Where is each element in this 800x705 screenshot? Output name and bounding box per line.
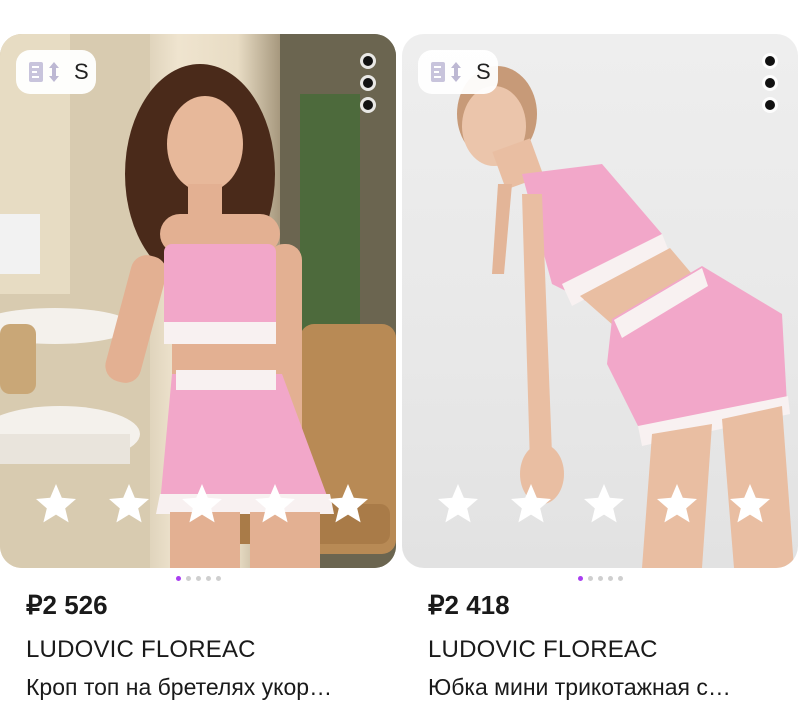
star-icon[interactable]	[653, 480, 701, 528]
pagination-dot	[607, 576, 613, 581]
product-card[interactable]: S ₽2 526 LUDOVIC FLOREAC Кроп топ на бре…	[0, 34, 396, 705]
star-icon[interactable]	[580, 480, 628, 528]
star-icon[interactable]	[507, 480, 555, 528]
more-vertical-icon	[765, 56, 775, 66]
rating-stars[interactable]	[32, 480, 372, 532]
more-vertical-icon	[363, 56, 373, 66]
star-icon[interactable]	[178, 480, 226, 528]
size-badge[interactable]: S	[418, 50, 498, 94]
more-options-button[interactable]	[760, 56, 780, 110]
more-dot	[765, 100, 775, 110]
more-options-button[interactable]	[358, 56, 378, 110]
product-price: ₽2 418	[428, 590, 510, 620]
pagination-dot	[195, 576, 201, 581]
product-photo[interactable]: S	[402, 34, 798, 568]
pagination-dot	[185, 576, 191, 581]
size-label: S	[74, 59, 89, 84]
more-dot	[765, 78, 775, 88]
product-brand[interactable]: LUDOVIC FLOREAC	[428, 636, 658, 664]
size-label: S	[476, 59, 491, 84]
pagination-dot	[587, 576, 593, 581]
photo-pagination	[402, 576, 798, 584]
size-measure-icon	[431, 62, 461, 82]
pagination-dot	[215, 576, 221, 581]
size-badge[interactable]: S	[16, 50, 96, 94]
product-card[interactable]: S ₽2 418 LUDOVIC FLOREAC Юбка мини трико…	[402, 34, 798, 705]
product-brand[interactable]: LUDOVIC FLOREAC	[26, 636, 256, 664]
star-icon[interactable]	[726, 480, 774, 528]
star-icon[interactable]	[324, 480, 372, 528]
photo-pagination	[0, 576, 396, 584]
more-dot	[363, 78, 373, 88]
star-icon[interactable]	[434, 480, 482, 528]
product-price: ₽2 526	[26, 590, 108, 620]
size-measure-icon	[29, 62, 59, 82]
pagination-dot-active	[577, 576, 583, 581]
product-title[interactable]: Кроп топ на бретелях укор…	[26, 674, 386, 701]
pagination-dot	[617, 576, 623, 581]
rating-stars[interactable]	[434, 480, 774, 532]
star-icon[interactable]	[105, 480, 153, 528]
pagination-dot-active	[175, 576, 181, 581]
star-icon[interactable]	[32, 480, 80, 528]
product-title[interactable]: Юбка мини трикотажная с…	[428, 674, 788, 701]
more-dot	[363, 100, 373, 110]
pagination-dot	[205, 576, 211, 581]
pagination-dot	[597, 576, 603, 581]
star-icon[interactable]	[251, 480, 299, 528]
product-photo[interactable]: S	[0, 34, 396, 568]
